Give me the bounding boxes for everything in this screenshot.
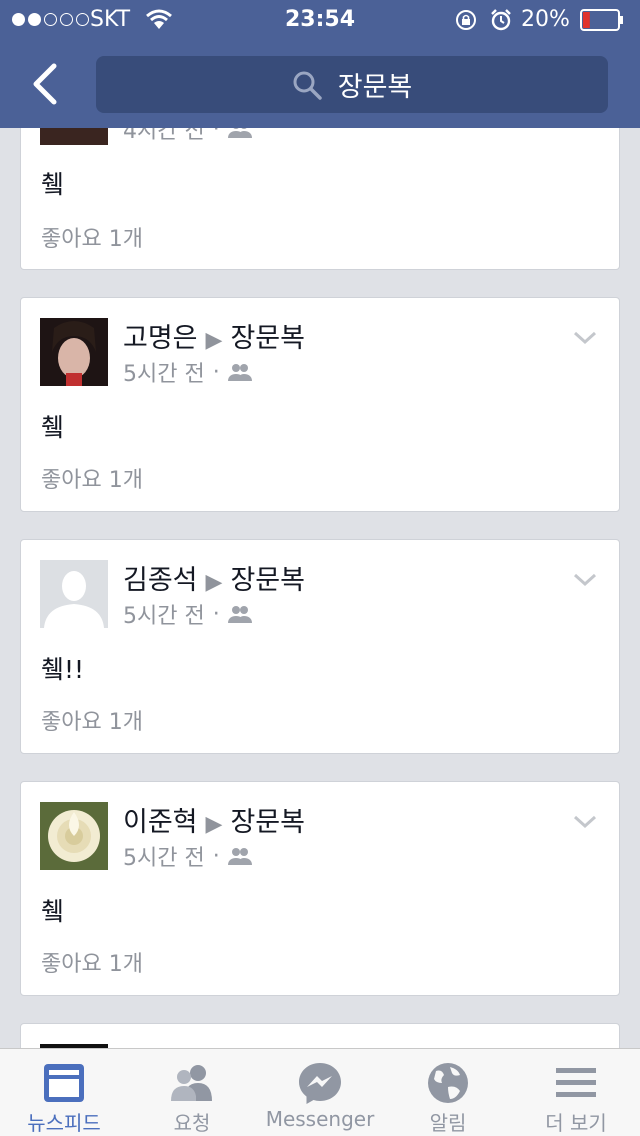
friends-audience-icon: [227, 606, 252, 623]
post-time[interactable]: 5시간 전: [123, 356, 205, 388]
battery-icon: [580, 9, 623, 31]
author-name[interactable]: 이준혁: [123, 807, 198, 838]
post-meta: 5시간 전 ·: [123, 598, 252, 630]
tab-label: 뉴스피드: [27, 1111, 101, 1135]
back-button[interactable]: [26, 62, 66, 106]
tab-label: 알림: [429, 1111, 467, 1135]
menu-icon: [556, 1068, 596, 1097]
tab-notifications[interactable]: 알림: [384, 1049, 512, 1136]
tab-news-feed[interactable]: 뉴스피드: [0, 1049, 128, 1136]
profile-photo: [40, 318, 108, 386]
chevron-down-icon[interactable]: [573, 330, 597, 346]
author-name[interactable]: 고명은: [123, 323, 198, 354]
likes-count[interactable]: 좋아요 1개: [41, 946, 143, 978]
target-name[interactable]: 장문복: [230, 565, 305, 596]
post-text: 췤: [41, 170, 65, 199]
globe-icon: [428, 1063, 468, 1103]
separator-dot: ·: [212, 843, 220, 869]
friend-requests-icon: [171, 1065, 212, 1101]
alarm-clock-icon: [491, 9, 511, 31]
likes-count[interactable]: 좋아요 1개: [41, 462, 143, 494]
status-bar: SKT 23:54 20%: [0, 0, 640, 40]
tab-bar: 뉴스피드 요청 Messenger 알림 더 보기: [0, 1048, 640, 1136]
top-bar: SKT 23:54 20% 장문복: [0, 0, 640, 128]
likes-count[interactable]: 좋아요 1개: [41, 704, 143, 736]
post-meta: 5시간 전 ·: [123, 356, 252, 388]
post-text: 췤: [41, 897, 65, 926]
post-time[interactable]: 5시간 전: [123, 840, 205, 872]
author-name[interactable]: 김종석: [123, 565, 198, 596]
avatar[interactable]: [40, 318, 108, 386]
target-name[interactable]: 장문복: [230, 323, 305, 354]
post-meta: 5시간 전 ·: [123, 840, 252, 872]
rotation-lock-icon: [456, 10, 476, 30]
author-line: 이준혁 ▶ 장문복: [123, 800, 305, 839]
target-name[interactable]: 장문복: [230, 807, 305, 838]
feed: 4시간 전 · 췤 좋아요 1개 고명은 ▶ 장문복 5시간 전 · 췤 좋아요…: [0, 0, 640, 1136]
arrow-icon: ▶: [205, 812, 223, 837]
arrow-icon: ▶: [205, 328, 223, 353]
avatar[interactable]: [40, 560, 108, 628]
tab-friend-requests[interactable]: 요청: [128, 1049, 256, 1136]
friends-audience-icon: [227, 848, 252, 865]
facebook-search-feed: 4시간 전 · 췤 좋아요 1개 고명은 ▶ 장문복 5시간 전 · 췤 좋아요…: [0, 0, 640, 1136]
search-field[interactable]: 장문복: [96, 56, 608, 113]
tab-label: Messenger: [265, 1107, 375, 1131]
separator-dot: ·: [212, 359, 220, 385]
post-card[interactable]: 김종석 ▶ 장문복 5시간 전 · 췤!! 좋아요 1개: [20, 539, 620, 754]
search-icon: [293, 71, 322, 100]
messenger-icon: [299, 1063, 341, 1104]
post-text: 췤: [41, 413, 65, 442]
avatar[interactable]: [40, 802, 108, 870]
default-avatar-icon: [40, 560, 108, 628]
search-query: 장문복: [337, 72, 413, 103]
arrow-icon: ▶: [205, 570, 223, 595]
friends-audience-icon: [227, 364, 252, 381]
battery-percentage: 20%: [521, 7, 570, 32]
tab-label: 더 보기: [545, 1111, 607, 1135]
author-line: 김종석 ▶ 장문복: [123, 558, 305, 597]
likes-count[interactable]: 좋아요 1개: [41, 221, 143, 253]
author-line: 고명은 ▶ 장문복: [123, 316, 305, 355]
tab-messenger[interactable]: Messenger: [256, 1049, 384, 1136]
post-text: 췤!!: [41, 655, 85, 684]
post-card[interactable]: 고명은 ▶ 장문복 5시간 전 · 췤 좋아요 1개: [20, 297, 620, 512]
post-time[interactable]: 5시간 전: [123, 598, 205, 630]
tab-more[interactable]: 더 보기: [512, 1049, 640, 1136]
tab-label: 요청: [173, 1111, 211, 1135]
chevron-down-icon[interactable]: [573, 572, 597, 588]
news-feed-icon: [44, 1064, 84, 1102]
post-card[interactable]: 이준혁 ▶ 장문복 5시간 전 · 췤 좋아요 1개: [20, 781, 620, 996]
rose-photo: [40, 802, 108, 870]
separator-dot: ·: [212, 601, 220, 627]
chevron-down-icon[interactable]: [573, 814, 597, 830]
